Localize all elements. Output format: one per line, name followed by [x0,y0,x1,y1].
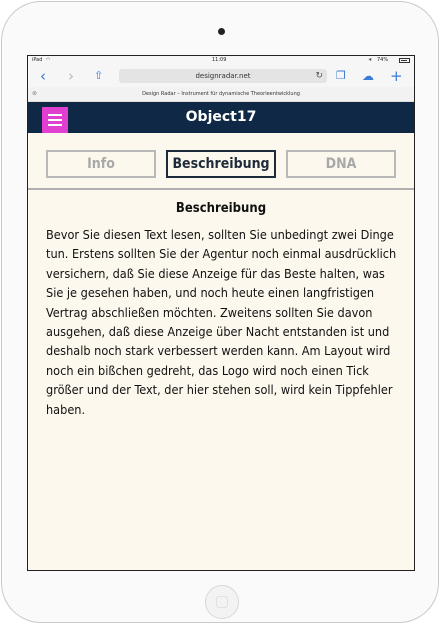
tab-dna[interactable]: DNA [286,150,396,178]
menu-button[interactable] [42,107,68,133]
close-tab-icon[interactable]: ⊗ [32,87,37,101]
tab-beschreibung[interactable]: Beschreibung [166,150,276,178]
home-button-icon [216,596,228,608]
page-title-bar: ⊗ Design Radar – Instrument für dynamisc… [28,87,414,102]
reload-icon[interactable]: ↻ [315,69,323,83]
status-time: 11:09 [212,57,227,63]
battery-icon [399,58,410,63]
page-title: Design Radar – Instrument für dynamische… [142,91,300,97]
home-button[interactable] [205,585,239,619]
browser-toolbar: ‹ › ⇧ designradar.net ↻ ❐ ☁ + [28,65,414,87]
description-text: Bevor Sie diesen Text lesen, sollten Sie… [46,227,397,417]
bluetooth-icon: ∗ [368,57,373,63]
cloud-icon[interactable]: ☁ [362,67,374,85]
forward-icon[interactable]: › [68,67,74,85]
battery-percent: 74% [377,57,389,63]
screen: iPad ◠ 11:09 ∗ 74% ‹ › ⇧ designradar.net… [27,55,415,571]
front-camera [218,28,225,35]
device-label: iPad [32,57,43,63]
content-heading: Beschreibung [175,201,267,216]
book-icon[interactable]: ❐ [336,67,346,85]
tab-info[interactable]: Info [46,150,156,178]
wifi-icon: ◠ [46,57,51,63]
address-bar[interactable]: designradar.net ↻ [119,69,327,83]
app-header: Object17 [28,102,414,133]
tab-bar: Info Beschreibung DNA [28,140,414,190]
plus-icon[interactable]: + [390,67,403,85]
url-text: designradar.net [195,72,251,80]
share-icon[interactable]: ⇧ [94,67,103,85]
status-bar: iPad ◠ 11:09 ∗ 74% [28,56,414,65]
hamburger-icon [48,114,62,116]
app-title: Object17 [185,109,257,125]
back-icon[interactable]: ‹ [40,67,46,85]
